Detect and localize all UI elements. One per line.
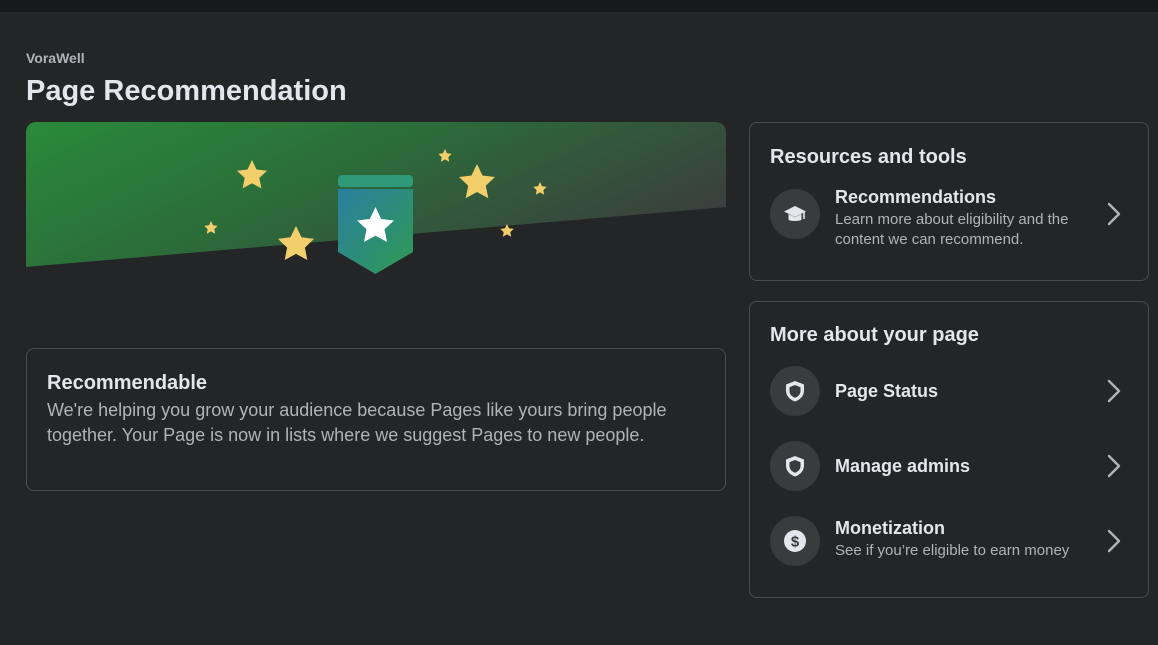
recommendations-link[interactable]: Recommendations Learn more about eligibi… [770,186,1132,248]
page-status-link[interactable]: Page Status [770,363,1132,419]
graduation-cap-icon [770,189,820,239]
page-header: VoraWell Page Recommendation [26,50,347,108]
more-about-title: More about your page [770,324,979,346]
resources-title: Resources and tools [770,146,967,168]
more-about-page-card: More about your page Page Status Manage … [749,301,1149,598]
monetization-subtitle: See if you’re eligible to earn money [835,542,1070,559]
dollar-coin-icon: $ [770,516,820,566]
monetization-label: Monetization [835,518,945,538]
page-title: Page Recommendation [26,75,347,107]
status-title: Recommendable [47,372,208,394]
manage-admins-link[interactable]: Manage admins [770,438,1132,494]
page-status-label: Page Status [835,381,939,401]
shield-icon [770,441,820,491]
recommendation-status-card: Recommendable We're helping you grow you… [26,348,726,491]
top-bar [0,0,1158,12]
recommendations-subtitle: Learn more about eligibility and the con… [835,211,1069,248]
page-name: VoraWell [26,50,85,66]
recommendation-banner [26,122,726,282]
svg-text:$: $ [791,534,800,551]
monetization-link[interactable]: $ Monetization See if you’re eligible to… [770,513,1132,569]
chevron-right-icon [1107,379,1121,403]
manage-admins-label: Manage admins [835,456,971,476]
resources-card: Resources and tools Recommendations Lear… [749,122,1149,281]
status-description: We're helping you grow your audience bec… [47,400,667,445]
chevron-right-icon [1107,202,1121,226]
recommendations-label: Recommendations [835,187,997,207]
chevron-right-icon [1107,529,1121,553]
chevron-right-icon [1107,454,1121,478]
shield-icon [770,366,820,416]
